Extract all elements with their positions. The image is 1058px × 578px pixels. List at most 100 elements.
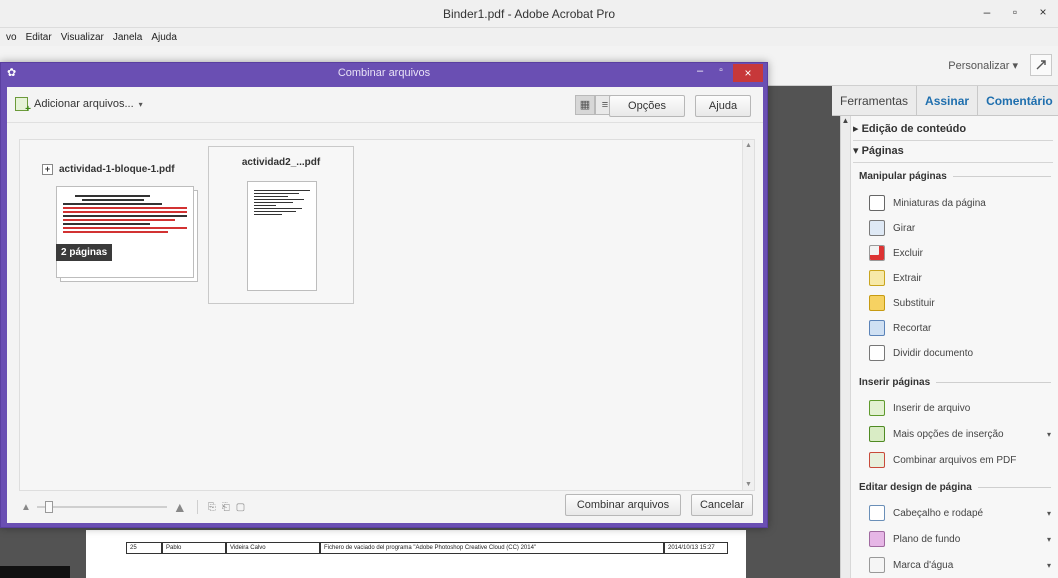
thumb-line (63, 203, 163, 205)
menu-janela[interactable]: Janela (113, 32, 142, 43)
group-editar-design-label: Editar design de página (859, 482, 972, 493)
item-mais-opcoes[interactable]: Mais opções de inserção ▾ (869, 424, 1051, 444)
tab-comentario[interactable]: Comentário (978, 86, 1058, 116)
chevron-down-icon[interactable]: ▾ (1047, 430, 1051, 439)
content-scrollbar[interactable]: ▲ ▼ (742, 140, 754, 490)
item-combinar-pdf-label: Combinar arquivos em PDF (893, 454, 1017, 466)
chevron-down-icon: ▾ (138, 99, 143, 109)
item-girar[interactable]: Girar (869, 218, 1051, 238)
thumb-line (63, 231, 169, 233)
group-manipular-label: Manipular páginas (859, 171, 947, 182)
group-inserir-label: Inserir páginas (859, 377, 931, 388)
item-marca-dagua[interactable]: Marca d'água ▾ (869, 555, 1051, 575)
page-thumbnail (247, 181, 317, 291)
remove-page-icon[interactable]: ▢ (236, 502, 245, 513)
app-title: Binder1.pdf - Adobe Acrobat Pro (442, 7, 616, 21)
item-recortar[interactable]: Recortar (869, 318, 1051, 338)
file-item[interactable]: actividad2_...pdf (208, 146, 354, 304)
combine-files-button[interactable]: Combinar arquivos (565, 494, 681, 516)
app-titlebar: Binder1.pdf - Adobe Acrobat Pro – ▫ × (0, 0, 1058, 28)
close-button[interactable]: × (1036, 5, 1050, 19)
thumb-line (63, 211, 187, 213)
personalizar-dropdown[interactable]: Personalizar ▾ (948, 59, 1018, 72)
maximize-button[interactable]: ▫ (1008, 5, 1022, 19)
item-dividir-label: Dividir documento (893, 347, 974, 359)
chevron-down-icon[interactable]: ▾ (1047, 561, 1051, 570)
expand-all-pages-icon[interactable]: ⎘ (208, 502, 216, 513)
section-edicao[interactable]: ▸ Edição de conteúdo (853, 118, 966, 140)
panel-scrollbar[interactable]: ▲ (841, 116, 851, 578)
replace-icon (869, 295, 885, 311)
options-button[interactable]: Opções (609, 95, 685, 117)
add-files-button[interactable]: Adicionar arquivos... ▾ (15, 97, 143, 115)
item-mais-opcoes-label: Mais opções de inserção (893, 428, 1004, 440)
item-cabecalho-label: Cabeçalho e rodapé (893, 507, 984, 519)
header-footer-icon (869, 505, 885, 521)
dialog-bottom-bar: ▲ ▲ ⎘ ⎗ ▢ Combinar arquivos Cancelar (7, 491, 763, 523)
thumb-line (63, 227, 187, 229)
cancel-button[interactable]: Cancelar (691, 494, 753, 516)
item-cabecalho[interactable]: Cabeçalho e rodapé ▾ (869, 503, 1051, 523)
item-combinar-pdf[interactable]: Combinar arquivos em PDF (869, 450, 1051, 470)
zoom-in-icon[interactable]: ▲ (173, 499, 187, 515)
group-inserir: Inserir páginas (859, 377, 1051, 388)
menu-ajuda[interactable]: Ajuda (151, 32, 177, 43)
doc-cell-surname: Videira Calvo (226, 542, 320, 554)
divider (977, 487, 1051, 488)
menu-editar[interactable]: Editar (26, 32, 52, 43)
item-plano-fundo[interactable]: Plano de fundo ▾ (869, 529, 1051, 549)
zoom-controls: ▲ ▲ ⎘ ⎗ ▢ (21, 499, 245, 515)
tab-ferramentas[interactable]: Ferramentas (832, 85, 918, 116)
file-item[interactable]: + actividad-1-bloque-1.pdf 2 páginas (42, 164, 198, 294)
delete-page-icon (869, 245, 885, 261)
group-manipular: Manipular páginas (859, 171, 1051, 182)
item-excluir[interactable]: Excluir (869, 243, 1051, 263)
expand-icon (1036, 60, 1046, 70)
item-substituir-label: Substituir (893, 297, 935, 309)
doc-cell-desc: Fichero de vaciado del programa "Adobe P… (320, 542, 664, 554)
dialog-minimize-button[interactable]: ‒ (691, 65, 709, 81)
chevron-down-icon[interactable]: ▾ (1047, 509, 1051, 518)
collapse-pages-icon[interactable]: ⎗ (222, 502, 230, 513)
zoom-out-icon[interactable]: ▲ (21, 502, 31, 513)
item-substituir[interactable]: Substituir (869, 293, 1051, 313)
item-dividir[interactable]: Dividir documento (869, 343, 1051, 363)
item-miniaturas[interactable]: Miniaturas da página (869, 193, 1051, 213)
menu-file-truncated[interactable]: vo (6, 32, 17, 43)
window-controls: – ▫ × (980, 5, 1050, 19)
section-paginas[interactable]: ▾ Páginas (853, 140, 904, 162)
thumb-line (254, 211, 296, 212)
tab-assinar[interactable]: Assinar (917, 85, 979, 116)
thumb-line (81, 199, 144, 201)
chevron-down-icon[interactable]: ▾ (1047, 535, 1051, 544)
toolbar-right: Personalizar ▾ (948, 54, 1052, 76)
scroll-up-icon[interactable]: ▲ (743, 140, 754, 149)
item-inserir-arquivo[interactable]: Inserir de arquivo (869, 398, 1051, 418)
item-plano-fundo-label: Plano de fundo (893, 533, 961, 545)
item-inserir-arquivo-label: Inserir de arquivo (893, 402, 971, 414)
dialog-titlebar[interactable]: ✿ Combinar arquivos ‒ ▫ × (1, 63, 767, 85)
minimize-button[interactable]: – (980, 5, 994, 19)
menu-visualizar[interactable]: Visualizar (61, 32, 104, 43)
help-button[interactable]: Ajuda (695, 95, 751, 117)
extract-icon (869, 270, 885, 286)
scroll-down-icon[interactable]: ▼ (743, 481, 754, 488)
expand-toolbar-button[interactable] (1030, 54, 1052, 76)
thumb-line (254, 202, 294, 203)
item-marca-dagua-label: Marca d'água (893, 559, 954, 571)
dialog-body: Adicionar arquivos... ▾ ▦ ≡ Opções Ajuda… (7, 87, 763, 523)
zoom-slider[interactable] (36, 501, 167, 513)
item-extrair[interactable]: Extrair (869, 268, 1051, 288)
watermark-icon (869, 557, 885, 573)
group-editar-design: Editar design de página (859, 482, 1051, 493)
task-panel: ▲ ▸ Edição de conteúdo ▾ Páginas Manipul… (840, 116, 1058, 578)
dialog-close-button[interactable]: × (733, 64, 763, 82)
item-girar-label: Girar (893, 222, 916, 234)
insert-file-icon (869, 400, 885, 416)
zoom-slider-handle[interactable] (44, 501, 53, 513)
dialog-maximize-button[interactable]: ▫ (712, 65, 730, 81)
thumb-line (254, 199, 305, 200)
thumbnail-view-icon[interactable]: ▦ (575, 95, 595, 115)
item-extrair-label: Extrair (893, 272, 922, 284)
expand-pages-button[interactable]: + (42, 164, 53, 175)
